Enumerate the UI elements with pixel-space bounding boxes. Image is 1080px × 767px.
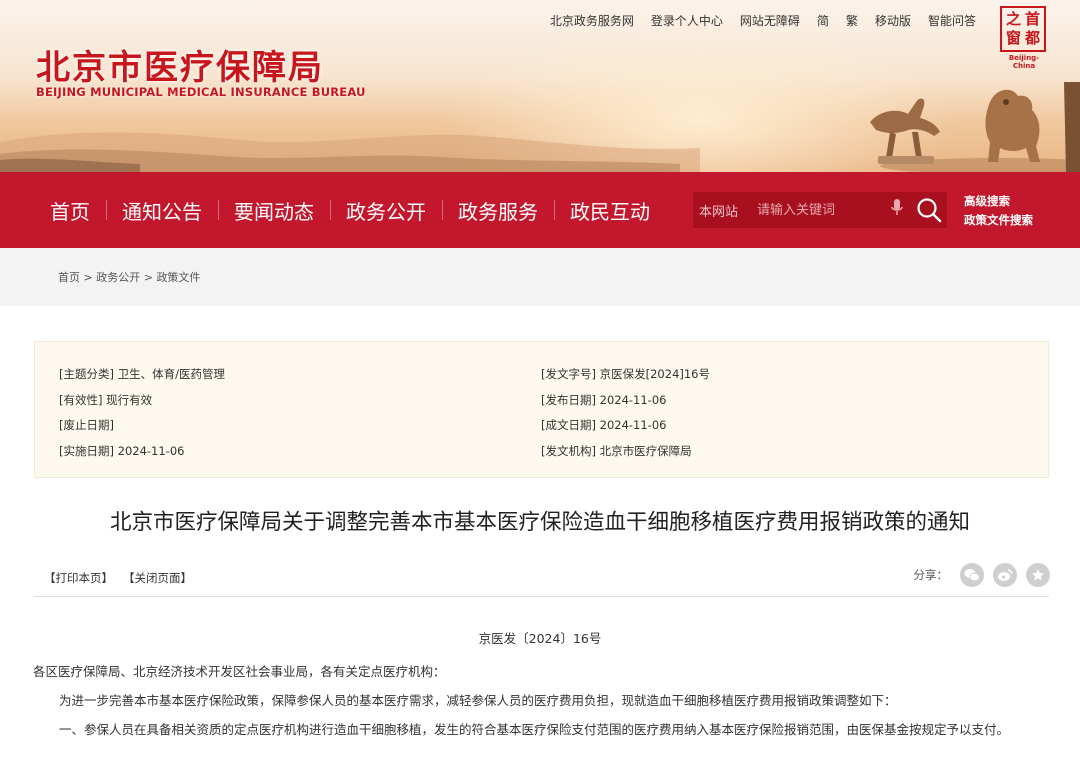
nav-item-gov-affairs[interactable]: 政务公开 (330, 196, 442, 225)
article-divider (34, 596, 1049, 597)
weibo-icon[interactable] (993, 563, 1017, 587)
seal-char: 首 (1024, 10, 1040, 28)
search-icon[interactable] (915, 196, 943, 228)
search-scope[interactable]: 本网站 (699, 201, 757, 220)
metadata-left-column: [主题分类] 卫生、体育/医药管理 [有效性] 现行有效 [废止日期] [实施日… (59, 362, 225, 464)
meta-publish-date: [发布日期] 2024-11-06 (541, 392, 667, 407)
link-traditional-chinese[interactable]: 繁 (846, 12, 858, 29)
nav-item-news[interactable]: 要闻动态 (218, 196, 330, 225)
search-input[interactable] (757, 202, 885, 218)
nav-item-interaction[interactable]: 政民互动 (554, 196, 666, 225)
share-label: 分享： (913, 568, 949, 582)
site-logo-title[interactable]: 北京市医疗保障局 (36, 40, 324, 89)
meta-effective-date: [实施日期] 2024-11-06 (59, 443, 185, 458)
seal-char: 都 (1024, 29, 1040, 47)
favorite-icon[interactable] (1026, 563, 1050, 587)
article-doc-number: 京医发〔2024〕16号 (478, 631, 602, 646)
link-smart-qa[interactable]: 智能问答 (928, 12, 976, 29)
breadcrumb-policy-files[interactable]: 政策文件 (156, 271, 200, 284)
article-body: 各区医疗保障局、北京经济技术开发区社会事业局，各有关定点医疗机构： 为进一步完善… (33, 657, 1055, 744)
article-paragraph: 为进一步完善本市基本医疗保险政策，保障参保人员的基本医疗需求，减轻参保人员的医疗… (59, 693, 897, 708)
main-nav: 首页 通知公告 要闻动态 政务公开 政务服务 政民互动 本网站 高级搜索 政策文… (0, 172, 1080, 248)
print-page-button[interactable]: 【打印本页】 (44, 570, 113, 586)
header-banner: 北京市医疗保障局 BEIJING MUNICIPAL MEDICAL INSUR… (0, 0, 1080, 172)
breadcrumb-bar: 首页 > 政务公开 > 政策文件 (0, 248, 1080, 306)
breadcrumb: 首页 > 政务公开 > 政策文件 (58, 271, 201, 284)
search-box: 本网站 (693, 192, 947, 228)
article-salutation: 各区医疗保障局、北京经济技术开发区社会事业局，各有关定点医疗机构： (33, 664, 446, 679)
document-metadata: [主题分类] 卫生、体育/医药管理 [有效性] 现行有效 [废止日期] [实施日… (34, 341, 1049, 478)
metadata-right-column: [发文字号] 京医保发[2024]16号 [发布日期] 2024-11-06 [… (541, 362, 710, 464)
wechat-icon[interactable] (960, 563, 984, 587)
meta-issuing-agency: [发文机构] 北京市医疗保障局 (541, 443, 692, 458)
seal-char: 窗 (1005, 29, 1021, 47)
article-paragraph: 一、参保人员在具备相关资质的定点医疗机构进行造血干细胞移植，发生的符合基本医疗保… (59, 722, 1010, 737)
nav-item-notices[interactable]: 通知公告 (106, 196, 218, 225)
link-accessibility[interactable]: 网站无障碍 (740, 12, 800, 29)
meta-doc-number: [发文字号] 京医保发[2024]16号 (541, 367, 711, 381)
seal-char: 之 (1005, 10, 1021, 28)
close-page-button[interactable]: 【关闭页面】 (123, 570, 192, 586)
link-simplified-chinese[interactable]: 简 (817, 12, 829, 29)
capital-window-seal[interactable]: 之 首 窗 都 Beijing-China (1000, 6, 1048, 70)
link-beijing-gov-service[interactable]: 北京政务服务网 (550, 12, 634, 29)
advanced-search-links: 高级搜索 政策文件搜索 (964, 192, 1033, 230)
nav-item-home[interactable]: 首页 (34, 196, 106, 225)
meta-validity: [有效性] 现行有效 (59, 392, 153, 407)
breadcrumb-gov-affairs[interactable]: 政务公开 (96, 271, 140, 284)
article-title: 北京市医疗保障局关于调整完善本市基本医疗保险造血干细胞移植医疗费用报销政策的通知 (109, 510, 970, 535)
nav-item-gov-services[interactable]: 政务服务 (442, 196, 554, 225)
share-bar: 分享： (913, 563, 1050, 587)
nav-items: 首页 通知公告 要闻动态 政务公开 政务服务 政民互动 (34, 196, 666, 225)
bronze-statues-illustration (870, 82, 1080, 172)
meta-repeal-date: [废止日期] (59, 418, 114, 432)
breadcrumb-home[interactable]: 首页 (58, 271, 80, 284)
advanced-search-link[interactable]: 高级搜索 (964, 192, 1033, 211)
link-mobile-version[interactable]: 移动版 (875, 12, 911, 29)
link-login-personal-center[interactable]: 登录个人中心 (651, 12, 723, 29)
policy-file-search-link[interactable]: 政策文件搜索 (964, 211, 1033, 230)
meta-topic: [主题分类] 卫生、体育/医药管理 (59, 367, 226, 381)
site-logo-subtitle: BEIJING MUNICIPAL MEDICAL INSURANCE BURE… (36, 85, 366, 99)
microphone-icon[interactable] (891, 199, 903, 221)
seal-caption: Beijing-China (1008, 54, 1040, 70)
meta-written-date: [成文日期] 2024-11-06 (541, 418, 667, 432)
top-links: 北京政务服务网 登录个人中心 网站无障碍 简 繁 移动版 智能问答 (550, 12, 976, 29)
seal-box: 之 首 窗 都 (1000, 6, 1046, 52)
article-tools: 【打印本页】 【关闭页面】 (44, 570, 192, 586)
